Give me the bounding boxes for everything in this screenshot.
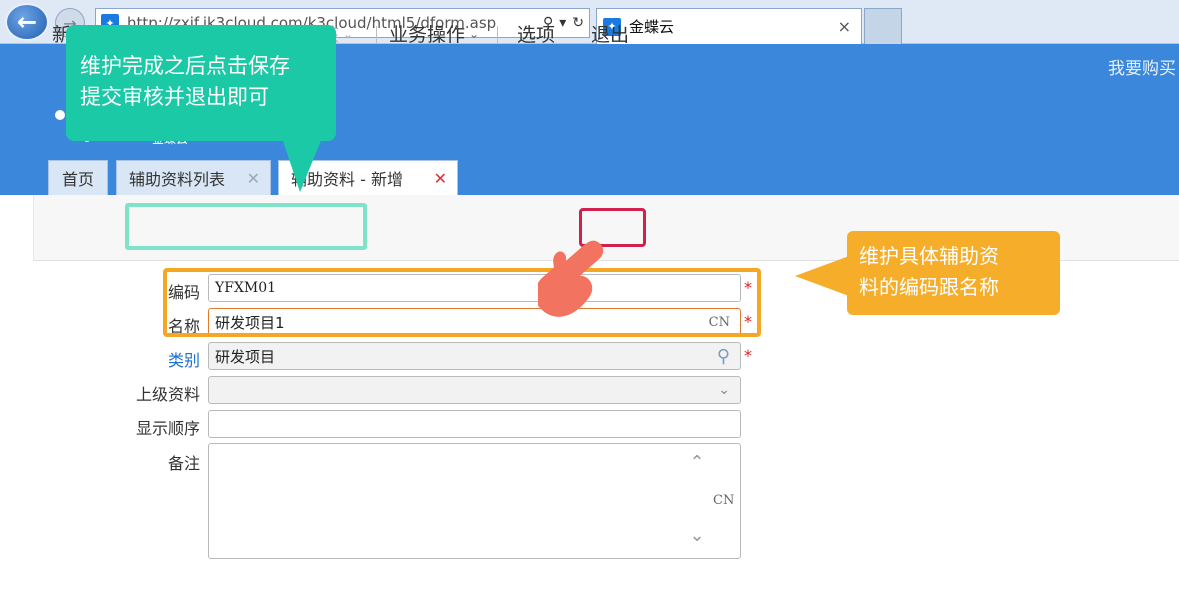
close-icon[interactable]: × [838,17,851,36]
callout-tail [795,256,849,296]
chevron-down-icon: ⌄ [343,26,354,41]
logo-icon [55,110,65,120]
tip-line: 维护具体辅助资 [859,244,999,268]
parent-label: 上级资料 [135,385,200,404]
scroll-track [686,473,708,525]
close-icon[interactable]: ✕ [434,169,447,188]
browser-tab-active[interactable]: ✦ 金蝶云 × [596,8,862,44]
tab-home-label: 首页 [61,170,94,189]
category-field[interactable]: 研发项目 ⚲ [208,342,741,370]
options-button[interactable]: 选项 [517,20,555,47]
chevron-down-icon[interactable]: ⌄ [686,525,708,546]
tab-home[interactable]: 首页 [48,160,108,195]
pointer-hand-icon [538,240,604,317]
search-icon[interactable]: ⚲ [717,346,730,367]
toolbar-divider [376,26,377,44]
callout-tail [282,138,322,192]
category-label[interactable]: 类别 [120,347,200,371]
remark-label: 备注 [167,454,200,473]
tip-callout-fields: 维护具体辅助资 料的编码跟名称 [847,231,1060,315]
dropdown-icon[interactable]: ▾ [559,15,566,31]
tip-callout-save: 维护完成之后点击保存 提交审核并退出即可 [66,25,336,141]
buy-link[interactable]: 我要购买 [1108,54,1176,79]
browser-tab-title: 金蝶云 [629,18,675,36]
order-label: 显示顺序 [135,419,200,438]
business-ops-label: 业务操作 [389,24,466,46]
tab-aux-list-label: 辅助资料列表 [129,170,226,189]
screen: ← → ✦ http://zxjf.jk3cloud.com/k3cloud/h… [0,0,1179,603]
tip-line: 提交审核并退出即可 [80,85,269,109]
toolbar-divider [497,26,498,44]
chevron-up-icon[interactable]: ⌃ [686,452,708,473]
options-label: 选项 [517,24,556,46]
chevron-down-icon[interactable]: ⌄ [718,382,730,398]
language-suffix[interactable]: CN [713,493,734,508]
exit-label: 退出 [591,24,630,46]
close-icon[interactable]: ✕ [247,169,260,188]
required-mark: * [744,346,752,365]
category-value: 研发项目 [215,347,276,366]
parent-select[interactable]: ⌄ [208,376,741,404]
tip-line: 料的编码跟名称 [859,275,999,299]
refresh-icon[interactable]: ↻ [572,15,584,31]
chevron-down-icon: ⌄ [469,26,480,41]
tip-line: 维护完成之后点击保存 [80,54,290,78]
textarea-scrollbar[interactable]: ⌃ ⌄ [686,452,708,552]
new-tab-button[interactable] [864,8,902,44]
business-ops-button[interactable]: 业务操作 ⌄ [389,20,479,47]
back-arrow-icon[interactable]: ← [5,3,49,41]
order-field[interactable] [208,410,741,438]
code-name-highlight [163,268,761,337]
exit-button[interactable]: 退出 [591,20,629,47]
remark-textarea[interactable] [208,443,741,559]
tab-aux-list[interactable]: 辅助资料列表 ✕ [116,160,271,195]
save-submit-audit-highlight [125,203,367,250]
